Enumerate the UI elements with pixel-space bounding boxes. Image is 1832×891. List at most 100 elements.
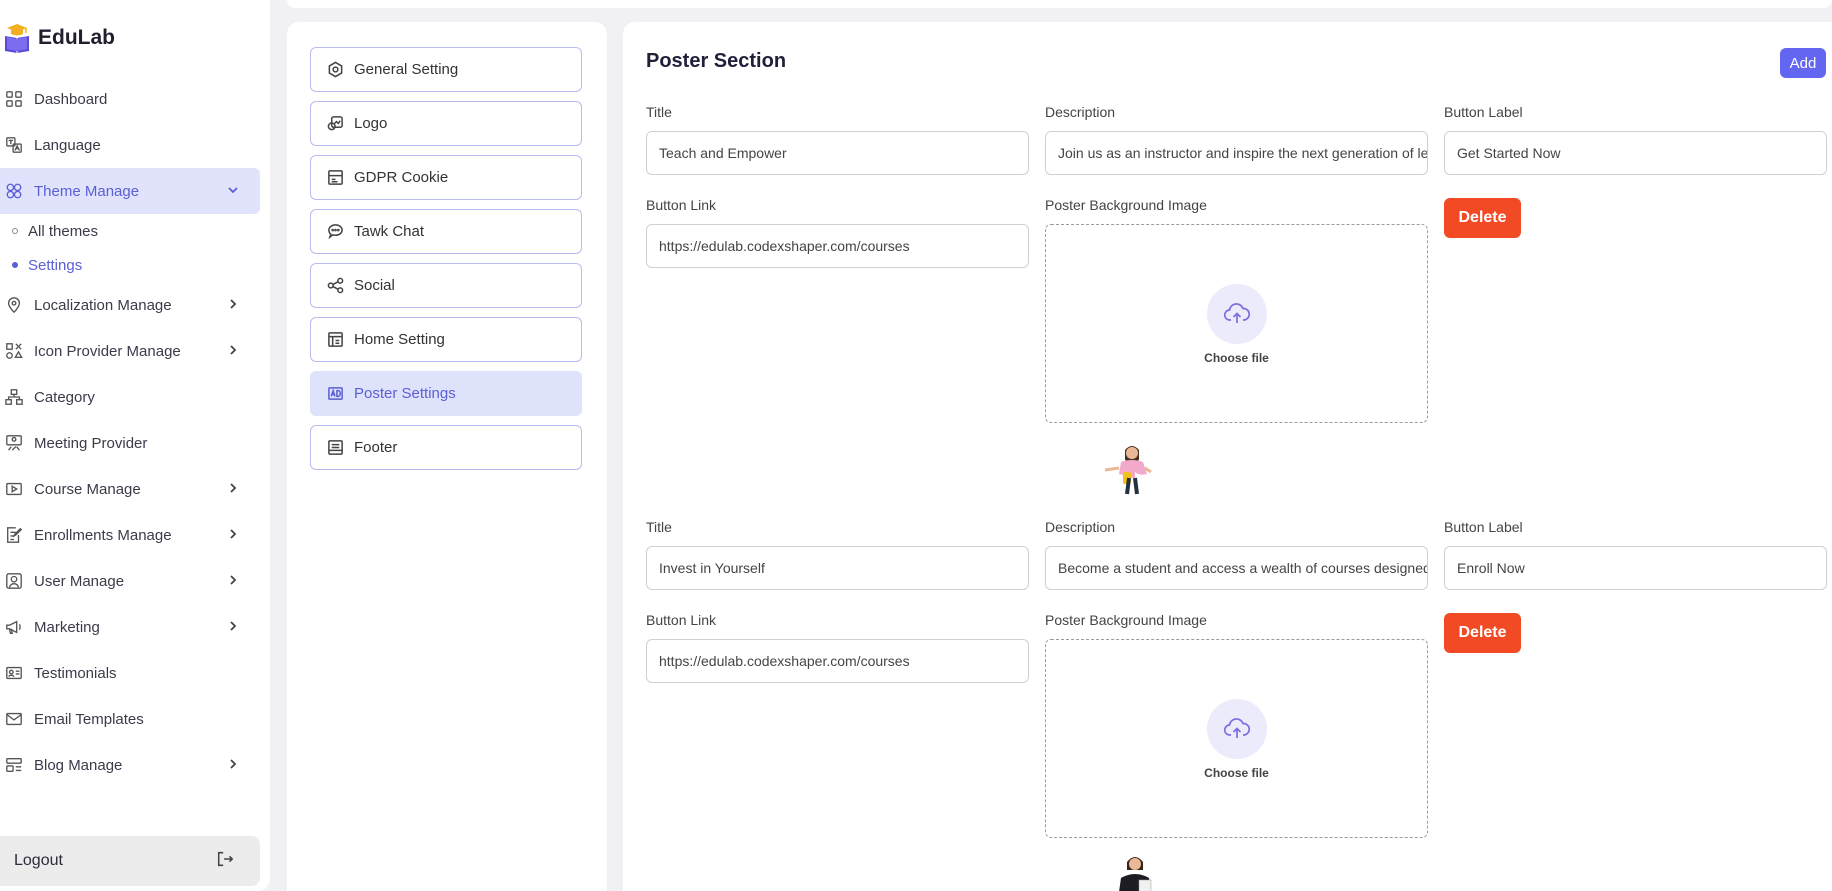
share-icon [327,277,344,294]
description-input[interactable]: Join us as an instructor and inspire the… [1045,131,1428,175]
chevron-right-icon [226,527,240,541]
chevron-right-icon [226,573,240,587]
add-poster-button[interactable]: Add [1780,48,1826,78]
chevron-right-icon [226,297,240,311]
logout-icon [216,850,234,873]
meeting-icon [4,433,24,453]
logout-button[interactable]: Logout [0,836,260,886]
menu-general-setting[interactable]: General Setting [310,47,582,92]
sidebar-item-label: Category [34,388,95,406]
poster-section-panel: Poster Section Add Title Teach and Empow… [623,22,1832,891]
sidebar-item-label: Email Templates [34,710,144,728]
sidebar-item-category[interactable]: Category [0,374,260,420]
bullet-icon [12,228,18,234]
delete-poster-button[interactable]: Delete [1444,198,1521,238]
settings-menu-panel: General Setting Logo GDPR Cookie Tawk Ch… [287,22,607,891]
menu-home-setting[interactable]: Home Setting [310,317,582,362]
choose-file-label: Choose file [1204,351,1269,365]
menu-logo[interactable]: Logo [310,101,582,146]
sidebar-item-enrollments-manage[interactable]: Enrollments Manage [0,512,260,558]
sidebar-item-course-manage[interactable]: Course Manage [0,466,260,512]
menu-social[interactable]: Social [310,263,582,308]
cookie-icon [327,169,344,186]
hexagon-gear-icon [327,61,344,78]
sidebar-nav: Dashboard Language Theme Manage All them… [0,76,260,788]
sidebar-item-email-templates[interactable]: Email Templates [0,696,260,742]
sidebar-item-icon-provider-manage[interactable]: Icon Provider Manage [0,328,260,374]
sidebar-item-label: Marketing [34,618,100,636]
sidebar-item-label: Course Manage [34,480,141,498]
sidebar-item-label: Theme Manage [34,182,140,200]
sidebar-subitem-settings[interactable]: Settings [0,248,260,282]
menu-label: Home Setting [354,331,445,348]
choose-file-label: Choose file [1204,766,1269,780]
menu-label: Poster Settings [354,385,456,402]
poster-thumbnail-image [1119,857,1152,891]
title-label: Title [646,519,672,535]
sidebar-item-localization-manage[interactable]: Localization Manage [0,282,260,328]
user-icon [4,571,24,591]
button-label-input[interactable]: Enroll Now [1444,546,1827,590]
dashboard-icon [4,89,24,109]
button-link-label: Button Link [646,197,717,213]
ad-icon [327,385,344,402]
sidebar-item-label: Blog Manage [34,756,123,774]
title-input[interactable]: Teach and Empower [646,131,1029,175]
edit-doc-icon [4,525,24,545]
sidebar-item-blog-manage[interactable]: Blog Manage [0,742,260,788]
menu-tawk-chat[interactable]: Tawk Chat [310,209,582,254]
chevron-right-icon [226,757,240,771]
sidebar-item-user-manage[interactable]: User Manage [0,558,260,604]
chevron-right-icon [226,619,240,633]
sidebar-item-label: Dashboard [34,90,108,108]
megaphone-icon [4,617,24,637]
sidebar-subitem-all-themes[interactable]: All themes [0,214,260,248]
menu-label: Logo [354,115,388,132]
id-card-icon [4,663,24,683]
blog-icon [4,755,24,775]
file-dropzone[interactable]: Choose file [1045,639,1428,838]
menu-label: GDPR Cookie [354,169,449,186]
sidebar-item-label: Icon Provider Manage [34,342,181,360]
title-input[interactable]: Invest in Yourself [646,546,1029,590]
description-input[interactable]: Become a student and access a wealth of … [1045,546,1428,590]
button-label-label: Button Label [1444,519,1523,535]
cloud-upload-icon [1207,284,1267,344]
button-label-label: Button Label [1444,104,1523,120]
brand-logo[interactable]: EduLab [2,22,115,54]
sidebar-item-label: Meeting Provider [34,434,148,452]
page-title: Poster Section [646,50,787,72]
background-image-label: Poster Background Image [1045,612,1207,628]
sidebar-item-testimonials[interactable]: Testimonials [0,650,260,696]
sidebar-item-dashboard[interactable]: Dashboard [0,76,260,122]
delete-poster-button[interactable]: Delete [1444,613,1521,653]
menu-label: Tawk Chat [354,223,425,240]
mail-icon [4,709,24,729]
title-label: Title [646,104,672,120]
video-icon [4,479,24,499]
sidebar: EduLab Dashboard Language Theme Manage A… [0,0,270,891]
poster-thumbnail-image [1104,446,1152,495]
button-label-input[interactable]: Get Started Now [1444,131,1827,175]
menu-poster-settings[interactable]: Poster Settings [310,371,582,416]
button-link-input[interactable]: https://edulab.codexshaper.com/courses [646,639,1029,683]
graduation-book-icon [5,24,29,53]
menu-gdpr-cookie[interactable]: GDPR Cookie [310,155,582,200]
bullet-icon [12,262,18,268]
sidebar-item-marketing[interactable]: Marketing [0,604,260,650]
sidebar-item-theme-manage[interactable]: Theme Manage [0,168,260,214]
description-label: Description [1045,519,1116,535]
shapes-icon [4,341,24,361]
menu-label: Footer [354,439,398,456]
menu-footer[interactable]: Footer [310,425,582,470]
sidebar-item-meeting-provider[interactable]: Meeting Provider [0,420,260,466]
button-link-label: Button Link [646,612,717,628]
chevron-right-icon [226,343,240,357]
sidebar-item-label: Enrollments Manage [34,526,172,544]
cloud-upload-icon [1207,699,1267,759]
sidebar-item-label: Localization Manage [34,296,172,314]
file-dropzone[interactable]: Choose file [1045,224,1428,423]
sidebar-item-language[interactable]: Language [0,122,260,168]
button-link-input[interactable]: https://edulab.codexshaper.com/courses [646,224,1029,268]
chat-icon [327,223,344,240]
